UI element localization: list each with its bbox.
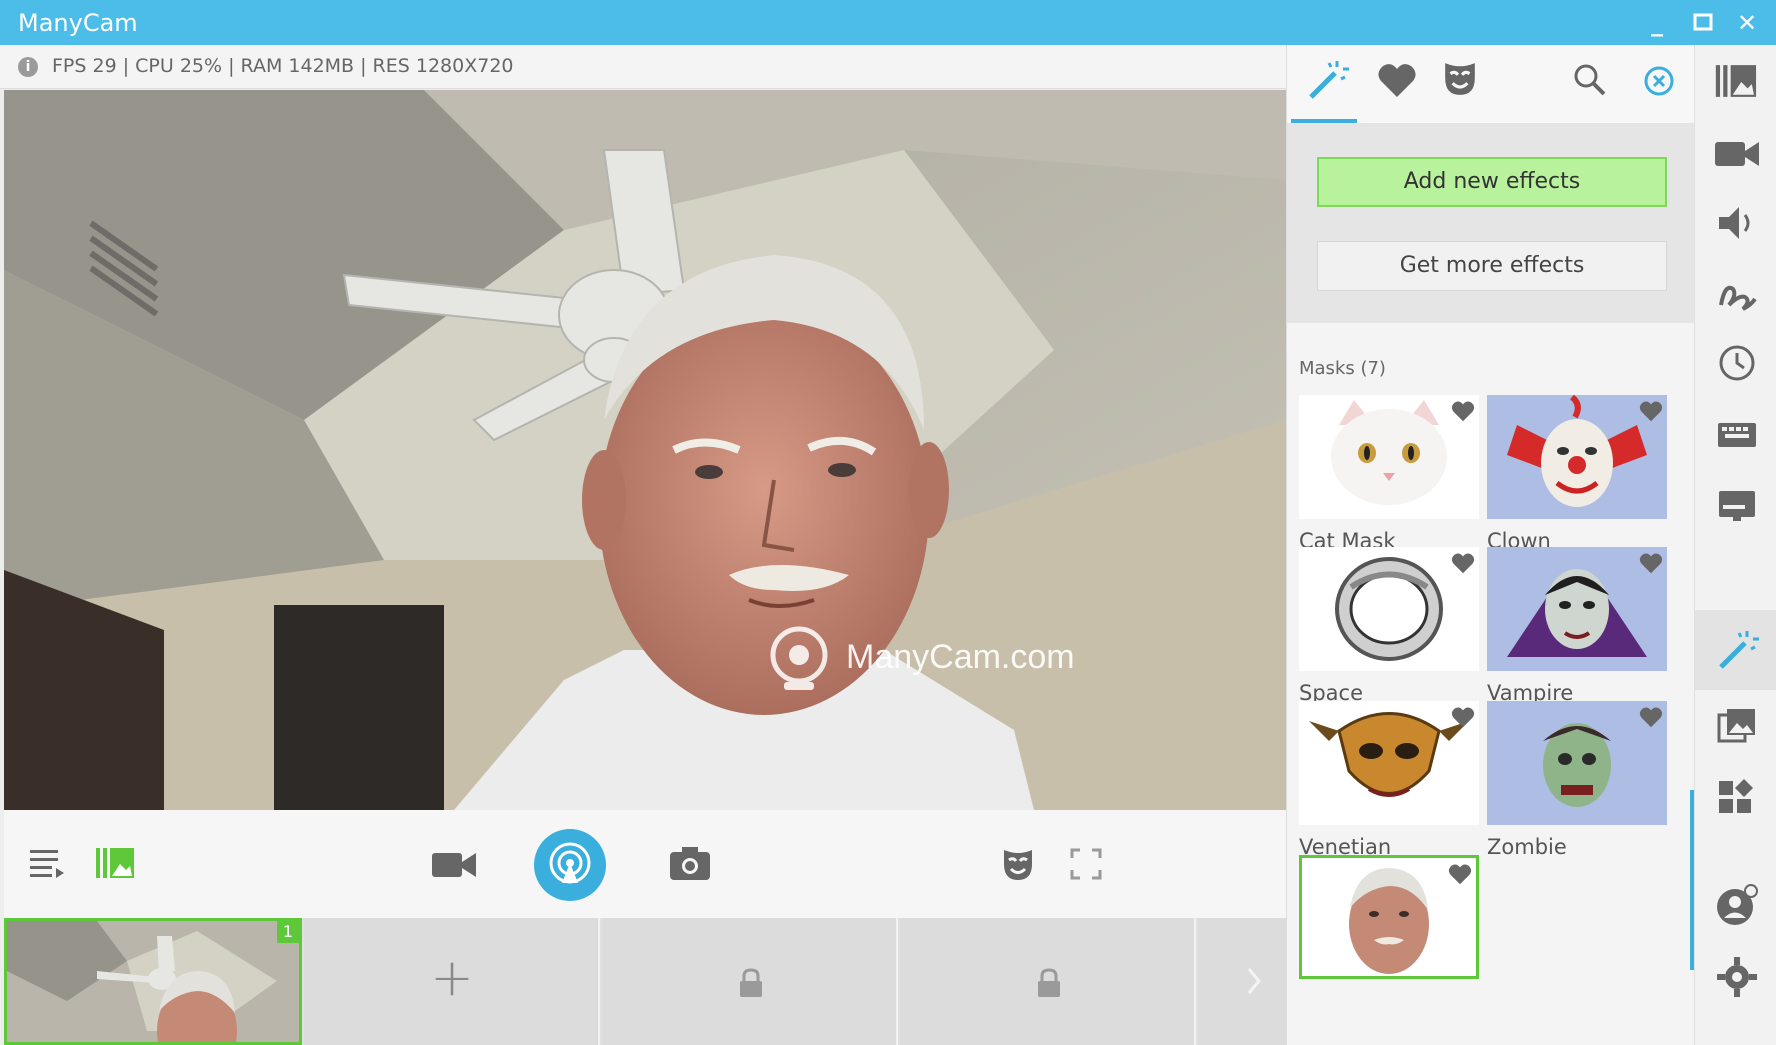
broadcast-button[interactable] [534, 829, 606, 901]
heart-icon [1378, 64, 1416, 97]
video-camera-icon [432, 853, 476, 877]
gear-icon [1717, 957, 1757, 997]
sidebar-item-draw[interactable] [1715, 275, 1759, 319]
image-overlay-icon [1717, 709, 1755, 743]
sidebar-item-account[interactable] [1715, 883, 1759, 927]
magic-wand-icon [1719, 631, 1759, 669]
scroll-right-button[interactable] [1198, 918, 1286, 1045]
mask-tile-venetian[interactable] [1299, 701, 1479, 825]
title-bar[interactable]: ManyCam _ ✕ [0, 0, 1776, 45]
speaker-icon [1719, 207, 1750, 239]
locked-preset-slot[interactable] [900, 918, 1196, 1045]
close-circle-icon [1644, 66, 1674, 96]
sidebar-item-audio[interactable] [1715, 203, 1759, 247]
fullscreen-button[interactable] [1070, 848, 1102, 884]
presets-strip: 1 + [4, 918, 1286, 1045]
favorite-heart-icon[interactable] [1451, 551, 1475, 575]
sidebar-item-images[interactable] [1715, 705, 1759, 749]
maximize-icon [1693, 13, 1713, 31]
plus-icon: + [430, 948, 474, 1008]
get-more-effects-button[interactable]: Get more effects [1317, 241, 1667, 291]
clear-effects-button[interactable] [1643, 65, 1675, 101]
search-icon [1574, 64, 1606, 96]
tab-favorites[interactable] [1377, 61, 1417, 103]
sidebar-item-lower-thirds[interactable] [1715, 485, 1759, 529]
mask-label: Zombie [1487, 835, 1567, 859]
chevron-right-icon [1247, 968, 1261, 994]
masks-toggle-button[interactable] [1002, 848, 1034, 886]
fullscreen-icon [1070, 848, 1102, 880]
lower-third-icon [1719, 491, 1755, 521]
info-icon[interactable]: i [18, 57, 38, 77]
playlist-icon [30, 850, 64, 878]
favorite-heart-icon[interactable] [1639, 399, 1663, 423]
masks-section-header: Masks (7) [1299, 358, 1386, 379]
preset-badge: 1 [277, 921, 299, 943]
favorite-heart-icon[interactable] [1639, 551, 1663, 575]
video-preview[interactable]: ManyCam.com [4, 90, 1286, 810]
keyboard-icon [1718, 423, 1756, 447]
right-sidebar [1694, 45, 1776, 1045]
widgets-icon [1719, 779, 1753, 813]
mask-tile-custom[interactable] [1299, 855, 1479, 979]
watermark-text: ManyCam.com [846, 638, 1075, 676]
favorite-heart-icon[interactable] [1639, 705, 1663, 729]
sidebar-item-settings[interactable] [1715, 955, 1759, 999]
presets-icon [96, 848, 134, 878]
video-camera-button[interactable] [432, 850, 476, 884]
magic-wand-icon [1309, 61, 1349, 99]
sidebar-item-widgets[interactable] [1715, 777, 1759, 821]
effects-tabs [1287, 45, 1695, 123]
broadcast-icon [549, 842, 591, 884]
lock-icon [1038, 968, 1060, 997]
mask-tile-zombie[interactable] [1487, 701, 1667, 825]
presets-button[interactable] [96, 846, 136, 884]
preset-preview-image [7, 921, 299, 1042]
status-bar: i FPS 29 | CPU 25% | RAM 142MB | RES 128… [0, 45, 1286, 89]
minimize-button[interactable]: _ [1640, 6, 1674, 40]
app-window: ManyCam _ ✕ i FPS 29 | CPU 25% | RAM 142… [0, 0, 1776, 1045]
mask-tile-cat[interactable] [1299, 395, 1479, 519]
sidebar-item-text[interactable] [1715, 415, 1759, 459]
video-camera-icon [1715, 142, 1759, 166]
presets-icon [1715, 65, 1757, 97]
add-preset-slot[interactable]: + [304, 918, 600, 1045]
lock-icon [740, 968, 762, 997]
sidebar-item-time[interactable] [1715, 343, 1759, 387]
locked-preset-slot[interactable] [602, 918, 898, 1045]
favorite-heart-icon[interactable] [1451, 705, 1475, 729]
sidebar-item-presets[interactable] [1715, 63, 1759, 107]
tab-masks[interactable] [1443, 61, 1477, 101]
effects-panel: Add new effects Get more effects Masks (… [1286, 45, 1695, 1045]
tab-effects[interactable] [1305, 59, 1349, 107]
window-title: ManyCam [18, 9, 138, 37]
user-account-icon [1717, 884, 1758, 925]
snapshot-button[interactable] [670, 846, 710, 884]
camera-icon [670, 847, 710, 880]
mask-tile-vampire[interactable] [1487, 547, 1667, 671]
mask-icon [1445, 63, 1475, 95]
search-button[interactable] [1573, 63, 1607, 101]
close-button[interactable]: ✕ [1730, 6, 1764, 40]
mask-tile-clown[interactable] [1487, 394, 1667, 519]
playlist-button[interactable] [30, 846, 66, 886]
mask-tile-space[interactable] [1299, 547, 1479, 671]
scribble-icon [1719, 285, 1757, 311]
sidebar-item-effects[interactable] [1715, 629, 1759, 673]
webcam-image [4, 90, 1286, 810]
status-text: FPS 29 | CPU 25% | RAM 142MB | RES 1280X… [52, 55, 514, 77]
video-toolbar [4, 810, 1286, 918]
maximize-button[interactable] [1686, 6, 1720, 40]
favorite-heart-icon[interactable] [1451, 399, 1475, 423]
mask-icon [1004, 850, 1032, 880]
preset-thumbnail-active[interactable]: 1 [4, 918, 302, 1045]
clock-icon [1719, 345, 1755, 381]
add-new-effects-button[interactable]: Add new effects [1317, 157, 1667, 207]
effects-actions [1287, 123, 1695, 323]
favorite-heart-icon[interactable] [1448, 862, 1472, 886]
sidebar-item-video-sources[interactable] [1715, 137, 1759, 181]
